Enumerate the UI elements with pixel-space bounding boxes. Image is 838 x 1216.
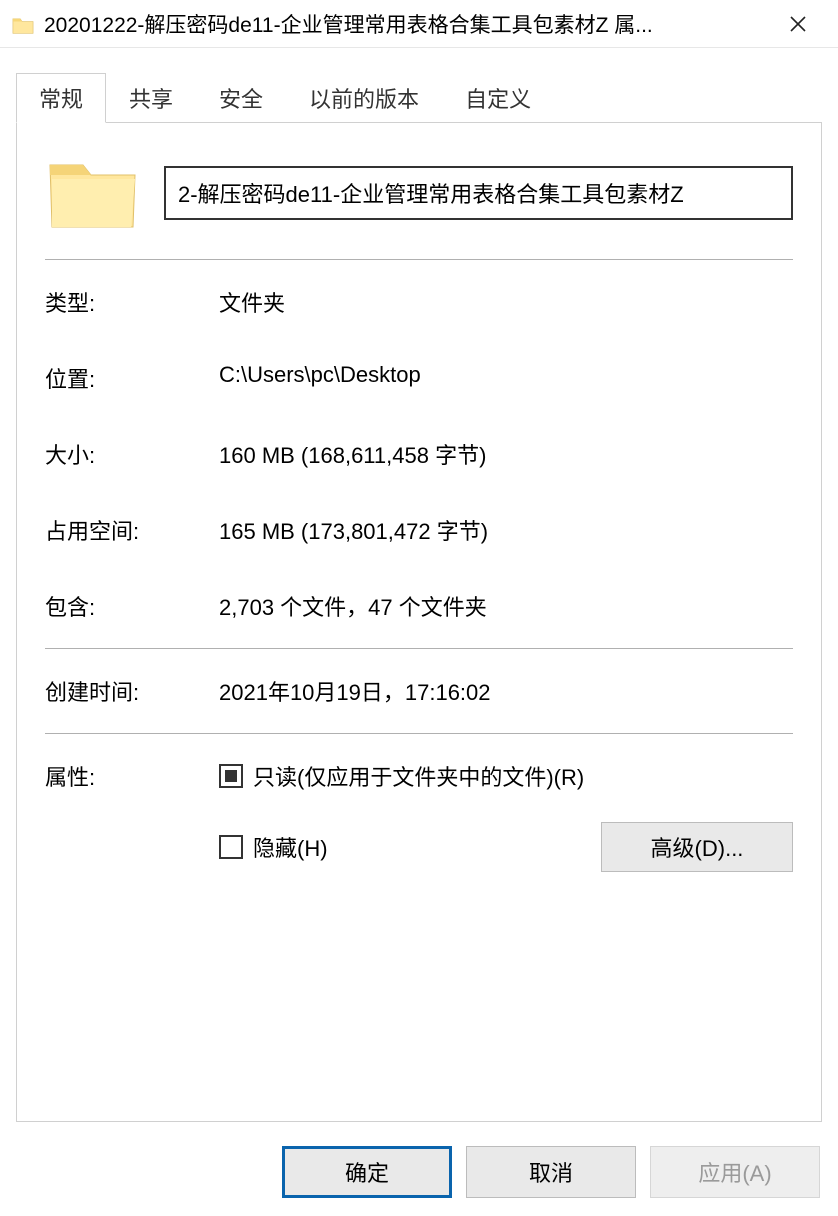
attributes-section: 属性: 只读(仅应用于文件夹中的文件)(R) 隐藏(H) 高级(D)... [45, 760, 793, 872]
row-location: 位置: C:\Users\pc\Desktop [45, 362, 793, 394]
tab-strip: 常规 共享 安全 以前的版本 自定义 [16, 72, 838, 122]
value-created: 2021年10月19日，17:16:02 [219, 675, 793, 707]
close-icon [789, 15, 807, 33]
label-attributes: 属性: [45, 760, 219, 872]
advanced-button[interactable]: 高级(D)... [601, 822, 793, 872]
label-size-on-disk: 占用空间: [45, 514, 219, 546]
row-type: 类型: 文件夹 [45, 286, 793, 318]
value-contains: 2,703 个文件，47 个文件夹 [219, 590, 793, 622]
divider [45, 648, 793, 649]
folder-icon [12, 15, 34, 33]
hidden-row: 隐藏(H) [219, 831, 328, 863]
hidden-label: 隐藏(H) [253, 831, 328, 863]
ok-button[interactable]: 确定 [282, 1146, 452, 1198]
tab-custom[interactable]: 自定义 [442, 73, 554, 123]
label-contains: 包含: [45, 590, 219, 622]
value-type: 文件夹 [219, 286, 793, 318]
label-location: 位置: [45, 362, 219, 394]
tab-security[interactable]: 安全 [196, 73, 286, 123]
readonly-row: 只读(仅应用于文件夹中的文件)(R) [219, 760, 793, 792]
window-title: 20201222-解压密码de11-企业管理常用表格合集工具包素材Z 属... [44, 9, 768, 39]
row-size: 大小: 160 MB (168,611,458 字节) [45, 438, 793, 470]
close-button[interactable] [768, 4, 828, 44]
hidden-checkbox[interactable] [219, 835, 243, 859]
row-size-on-disk: 占用空间: 165 MB (173,801,472 字节) [45, 514, 793, 546]
titlebar: 20201222-解压密码de11-企业管理常用表格合集工具包素材Z 属... [0, 0, 838, 48]
label-type: 类型: [45, 286, 219, 318]
folder-name-value: 2-解压密码de11-企业管理常用表格合集工具包素材Z [178, 177, 684, 209]
tab-previous-versions[interactable]: 以前的版本 [286, 73, 442, 123]
divider [45, 733, 793, 734]
row-created: 创建时间: 2021年10月19日，17:16:02 [45, 675, 793, 707]
value-size-on-disk: 165 MB (173,801,472 字节) [219, 514, 793, 546]
dialog-buttons: 确定 取消 应用(A) [282, 1146, 820, 1198]
value-location: C:\Users\pc\Desktop [219, 362, 793, 394]
tab-sharing[interactable]: 共享 [106, 73, 196, 123]
readonly-checkbox[interactable] [219, 764, 243, 788]
label-size: 大小: [45, 438, 219, 470]
folder-name-input[interactable]: 2-解压密码de11-企业管理常用表格合集工具包素材Z [164, 166, 793, 220]
divider [45, 259, 793, 260]
header-row: 2-解压密码de11-企业管理常用表格合集工具包素材Z [45, 153, 793, 233]
readonly-label: 只读(仅应用于文件夹中的文件)(R) [253, 760, 584, 792]
value-size: 160 MB (168,611,458 字节) [219, 438, 793, 470]
row-contains: 包含: 2,703 个文件，47 个文件夹 [45, 590, 793, 622]
folder-large-icon [45, 153, 140, 233]
tab-general[interactable]: 常规 [16, 73, 106, 123]
cancel-button[interactable]: 取消 [466, 1146, 636, 1198]
apply-button: 应用(A) [650, 1146, 820, 1198]
label-created: 创建时间: [45, 675, 219, 707]
general-panel: 2-解压密码de11-企业管理常用表格合集工具包素材Z 类型: 文件夹 位置: … [16, 122, 822, 1122]
